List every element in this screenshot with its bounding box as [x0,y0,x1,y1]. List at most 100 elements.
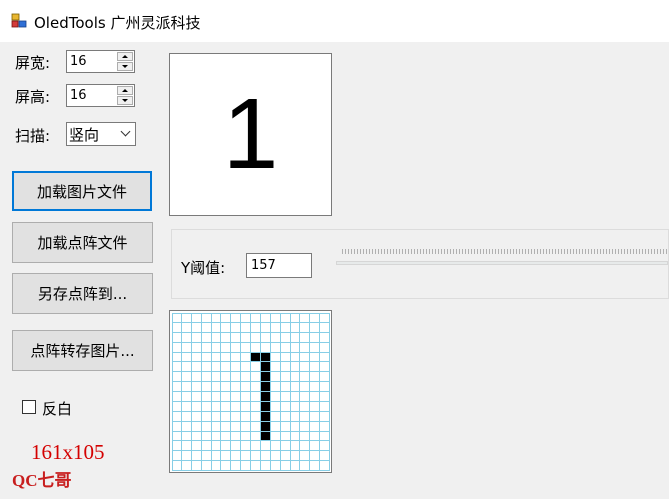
matrix-cell[interactable] [191,461,202,471]
matrix-cell[interactable] [181,392,192,402]
matrix-to-image-button[interactable]: 点阵转存图片... [12,330,153,371]
matrix-cell[interactable] [280,342,291,353]
matrix-cell[interactable] [310,451,321,462]
matrix-cell[interactable] [211,392,222,402]
matrix-cell[interactable] [270,352,281,363]
matrix-cell[interactable] [251,421,261,432]
matrix-cell[interactable] [211,431,222,442]
matrix-cell[interactable] [280,441,291,452]
matrix-cell[interactable] [300,313,311,323]
matrix-cell[interactable] [181,332,192,343]
matrix-cell[interactable] [320,342,330,353]
matrix-cell[interactable] [241,362,251,373]
matrix-cell[interactable] [221,431,232,442]
matrix-cell[interactable] [201,342,212,353]
matrix-cell[interactable] [191,362,202,373]
matrix-cell[interactable] [280,362,291,373]
width-decrement-button[interactable] [117,62,133,71]
matrix-cell[interactable] [201,372,212,383]
matrix-cell[interactable] [320,411,330,422]
matrix-cell[interactable] [231,342,242,353]
matrix-cell[interactable] [201,431,212,442]
matrix-cell[interactable] [231,461,242,471]
matrix-cell[interactable] [172,401,182,412]
matrix-cell[interactable] [290,332,301,343]
load-image-button[interactable]: 加载图片文件 [12,171,152,211]
matrix-cell[interactable] [211,362,222,373]
matrix-cell[interactable] [320,431,330,442]
matrix-cell[interactable] [241,421,251,432]
matrix-cell[interactable] [211,421,222,432]
matrix-cell[interactable] [231,431,242,442]
matrix-cell[interactable] [231,441,242,452]
matrix-cell[interactable] [231,401,242,412]
matrix-cell[interactable] [251,461,261,471]
matrix-cell[interactable] [260,382,271,392]
matrix-cell[interactable] [320,332,330,343]
matrix-cell[interactable] [310,342,321,353]
matrix-cell[interactable] [300,441,311,452]
matrix-cell[interactable] [300,392,311,402]
matrix-cell[interactable] [221,342,232,353]
matrix-cell[interactable] [320,372,330,383]
width-stepper[interactable]: 16 [66,50,135,73]
matrix-cell[interactable] [280,332,291,343]
matrix-cell[interactable] [211,352,222,363]
matrix-cell[interactable] [260,342,271,353]
matrix-cell[interactable] [231,421,242,432]
matrix-cell[interactable] [270,431,281,442]
matrix-cell[interactable] [310,441,321,452]
matrix-cell[interactable] [251,352,261,363]
matrix-cell[interactable] [280,411,291,422]
matrix-cell[interactable] [201,392,212,402]
matrix-cell[interactable] [172,411,182,422]
matrix-cell[interactable] [181,411,192,422]
matrix-cell[interactable] [300,362,311,373]
matrix-cell[interactable] [280,431,291,442]
matrix-cell[interactable] [241,332,251,343]
matrix-cell[interactable] [231,451,242,462]
matrix-cell[interactable] [320,322,330,333]
matrix-cell[interactable] [231,382,242,392]
matrix-cell[interactable] [310,431,321,442]
matrix-cell[interactable] [260,421,271,432]
matrix-cell[interactable] [201,313,212,323]
matrix-cell[interactable] [310,392,321,402]
matrix-cell[interactable] [191,352,202,363]
matrix-cell[interactable] [280,451,291,462]
matrix-cell[interactable] [181,382,192,392]
matrix-cell[interactable] [290,411,301,422]
matrix-cell[interactable] [290,313,301,323]
matrix-cell[interactable] [290,461,301,471]
matrix-cell[interactable] [280,352,291,363]
matrix-cell[interactable] [300,401,311,412]
matrix-cell[interactable] [221,313,232,323]
matrix-cell[interactable] [260,322,271,333]
height-spin[interactable] [117,86,133,105]
width-increment-button[interactable] [117,52,133,61]
matrix-cell[interactable] [320,382,330,392]
matrix-cell[interactable] [221,352,232,363]
matrix-cell[interactable] [300,342,311,353]
matrix-cell[interactable] [181,401,192,412]
matrix-cell[interactable] [231,322,242,333]
matrix-cell[interactable] [270,421,281,432]
matrix-cell[interactable] [181,352,192,363]
matrix-cell[interactable] [260,461,271,471]
matrix-cell[interactable] [172,313,182,323]
matrix-cell[interactable] [300,382,311,392]
matrix-cell[interactable] [221,392,232,402]
matrix-cell[interactable] [251,451,261,462]
matrix-cell[interactable] [211,441,222,452]
matrix-cell[interactable] [260,392,271,402]
matrix-cell[interactable] [270,382,281,392]
matrix-cell[interactable] [320,362,330,373]
matrix-cell[interactable] [280,421,291,432]
matrix-cell[interactable] [251,382,261,392]
matrix-cell[interactable] [241,322,251,333]
dot-matrix-grid[interactable] [169,310,332,473]
matrix-cell[interactable] [241,382,251,392]
width-spin[interactable] [117,52,133,71]
matrix-cell[interactable] [251,431,261,442]
matrix-cell[interactable] [241,392,251,402]
